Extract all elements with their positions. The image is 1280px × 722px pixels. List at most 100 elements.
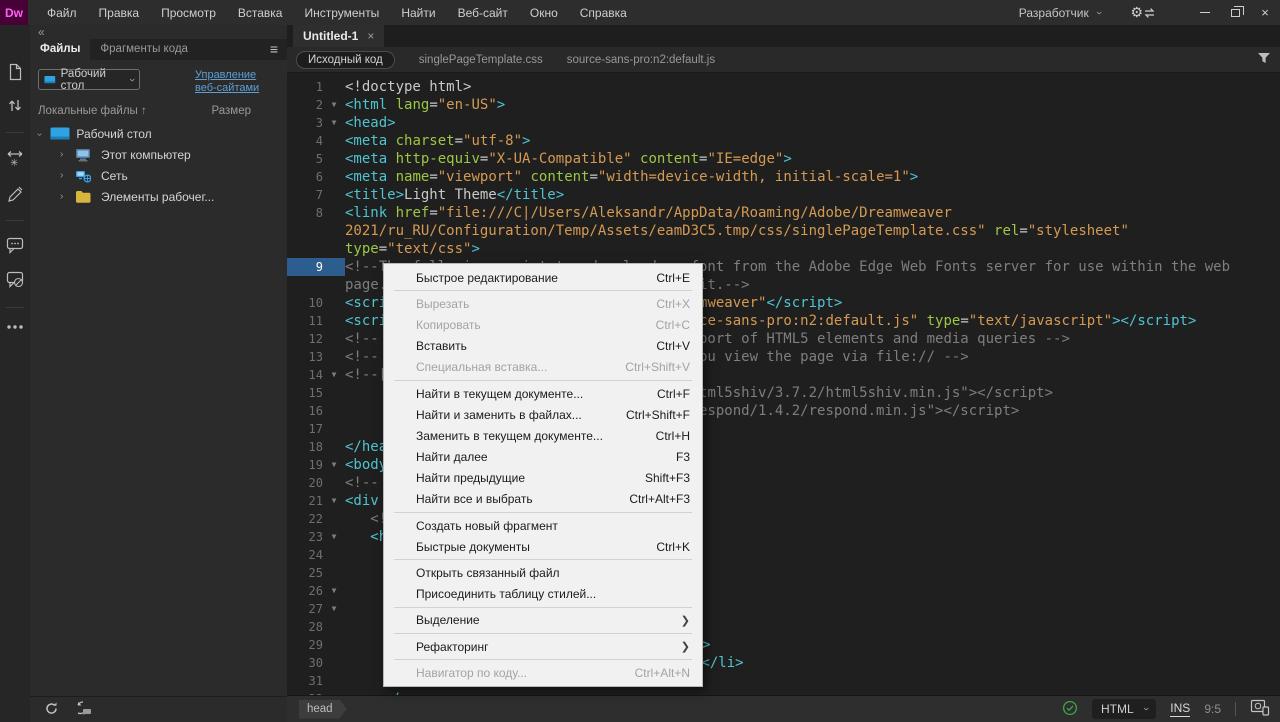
code-line[interactable]: 1<!doctype html> xyxy=(287,78,1280,96)
minimize-button[interactable] xyxy=(1190,0,1220,25)
fold-arrow-icon[interactable]: ▼ xyxy=(323,528,345,546)
open-documents-icon[interactable] xyxy=(7,63,24,81)
fold-arrow-icon[interactable]: ▼ xyxy=(323,366,345,384)
context-menu-item[interactable]: Создать новый фрагмент xyxy=(384,515,702,536)
tree-item-desktop[interactable]: ›Рабочий стол xyxy=(30,123,287,144)
context-menu-item[interactable]: Специальная вставка...Ctrl+Shift+V xyxy=(384,357,702,378)
menubar-item[interactable]: Инструменты xyxy=(293,1,390,25)
insert-mode-toggle[interactable]: INS xyxy=(1170,701,1190,717)
column-size[interactable]: Размер xyxy=(211,105,251,117)
panel-tab-files[interactable]: Файлы xyxy=(30,39,90,60)
code-line[interactable]: 3▼<head> xyxy=(287,114,1280,132)
fold-spacer xyxy=(323,186,345,204)
context-menu-item[interactable]: Найти и заменить в файлах...Ctrl+Shift+F xyxy=(384,404,702,425)
code-line[interactable]: 8<link href="file:///C|/Users/Aleksandr/… xyxy=(287,204,1280,258)
site-select[interactable]: Рабочий стол › xyxy=(38,69,140,90)
remove-comment-icon[interactable] xyxy=(6,271,25,289)
line-number: 4 xyxy=(287,132,323,150)
context-menu-item[interactable]: Найти далееF3 xyxy=(384,447,702,468)
menubar-item[interactable]: Просмотр xyxy=(150,1,227,25)
code-line[interactable]: 2▼<html lang="en-US"> xyxy=(287,96,1280,114)
file-management-icon[interactable] xyxy=(7,97,23,114)
collapse-panel-icon[interactable]: « xyxy=(30,25,287,39)
tree-item-network[interactable]: ›Сеть xyxy=(30,165,287,186)
line-number: 9 xyxy=(287,258,323,276)
extract-icon[interactable]: ✳ xyxy=(6,149,24,168)
lint-ok-icon[interactable] xyxy=(1062,700,1078,719)
tag-selector[interactable]: head xyxy=(299,700,347,719)
code-line[interactable]: 7<title>Light Theme</title> xyxy=(287,186,1280,204)
close-tab-icon[interactable]: × xyxy=(367,29,374,43)
related-file[interactable]: source-sans-pro:n2:default.js xyxy=(567,54,715,66)
menubar-item[interactable]: Веб-сайт xyxy=(447,1,519,25)
fold-arrow-icon[interactable]: ▼ xyxy=(323,600,345,618)
code-line[interactable]: 4<meta charset="utf-8"> xyxy=(287,132,1280,150)
context-menu-item[interactable]: Выделение❯ xyxy=(384,610,702,631)
context-menu-item[interactable]: Быстрое редактированиеCtrl+E xyxy=(384,267,702,288)
menubar-item[interactable]: Вставка xyxy=(227,1,294,25)
gear-sync-icon[interactable]: ⚙ xyxy=(1130,4,1156,21)
document-tab[interactable]: Untitled-1 × xyxy=(293,25,384,47)
related-file[interactable]: singlePageTemplate.css xyxy=(419,54,543,66)
column-local-files[interactable]: Локальные файлы ↑ xyxy=(38,105,147,117)
tree-item-folder[interactable]: ›Элементы рабочег... xyxy=(30,186,287,207)
refresh-icon[interactable] xyxy=(44,701,59,719)
panel-menu-icon[interactable]: ≡ xyxy=(261,39,287,60)
code-token: <link xyxy=(345,205,387,221)
menubar-item[interactable]: Файл xyxy=(36,1,88,25)
desktop-icon xyxy=(44,75,56,85)
toolbar-divider xyxy=(6,307,24,308)
panel-tab-snippets[interactable]: Фрагменты кода xyxy=(90,39,198,60)
close-button[interactable]: × xyxy=(1250,0,1280,25)
line-gutter: 23▼ xyxy=(287,528,345,546)
code-line[interactable]: 5<meta http-equiv="X-UA-Compatible" cont… xyxy=(287,150,1280,168)
code-tools-icon[interactable] xyxy=(6,184,24,202)
workspace-switcher[interactable]: Разработчик › xyxy=(1019,6,1101,20)
chevron-collapsed-icon[interactable]: › xyxy=(60,149,75,160)
fold-arrow-icon[interactable]: ▼ xyxy=(323,492,345,510)
context-menu-item[interactable]: Открыть связанный файл xyxy=(384,562,702,583)
tree-item-computer[interactable]: ›Этот компьютер xyxy=(30,144,287,165)
fold-spacer xyxy=(323,78,345,96)
fold-arrow-icon[interactable]: ▼ xyxy=(323,582,345,600)
menubar-item[interactable]: Окно xyxy=(519,1,569,25)
menubar-item[interactable]: Справка xyxy=(569,1,638,25)
context-menu-shortcut: Ctrl+Alt+N xyxy=(635,666,690,680)
manage-sites-link[interactable]: Управление веб-сайтами xyxy=(195,69,277,95)
chevron-collapsed-icon[interactable]: › xyxy=(60,191,75,202)
context-menu-item[interactable]: КопироватьCtrl+C xyxy=(384,314,702,335)
context-menu-item[interactable]: Рефакторинг❯ xyxy=(384,636,702,657)
line-number: 22 xyxy=(287,510,323,528)
context-menu-item[interactable]: Быстрые документыCtrl+K xyxy=(384,536,702,557)
more-tools-icon[interactable] xyxy=(6,324,24,330)
preview-devices-icon[interactable] xyxy=(1250,699,1270,719)
files-panel-tabs: ФайлыФрагменты кода ≡ xyxy=(30,39,287,60)
chevron-expanded-icon[interactable]: › xyxy=(34,133,45,136)
fold-arrow-icon[interactable]: ▼ xyxy=(323,114,345,132)
code-line[interactable]: 6<meta name="viewport" content="width=de… xyxy=(287,168,1280,186)
fold-arrow-icon[interactable]: ▼ xyxy=(323,96,345,114)
line-number: 6 xyxy=(287,168,323,186)
doctype-select[interactable]: HTML › xyxy=(1092,699,1156,719)
context-menu-item[interactable]: Найти предыдущиеShift+F3 xyxy=(384,468,702,489)
context-menu-item[interactable]: Присоединить таблицу стилей... xyxy=(384,584,702,605)
context-menu-item[interactable]: Навигатор по коду...Ctrl+Alt+N xyxy=(384,662,702,683)
code-token: "text/javascript" xyxy=(969,313,1112,329)
context-menu-item[interactable]: Найти в текущем документе...Ctrl+F xyxy=(384,383,702,404)
context-menu-item[interactable]: Найти все и выбратьCtrl+Alt+F3 xyxy=(384,489,702,510)
related-file[interactable]: Исходный код xyxy=(296,51,395,69)
filter-icon[interactable] xyxy=(1257,52,1271,67)
sort-ascending-icon: ↑ xyxy=(141,105,147,117)
chevron-collapsed-icon[interactable]: › xyxy=(60,170,75,181)
menubar-item[interactable]: Найти xyxy=(390,1,446,25)
fold-arrow-icon[interactable]: ▼ xyxy=(323,456,345,474)
context-menu-item[interactable]: Заменить в текущем документе...Ctrl+H xyxy=(384,425,702,446)
get-files-icon[interactable] xyxy=(75,700,92,719)
line-number: 12 xyxy=(287,330,323,348)
context-menu-item[interactable]: ВставитьCtrl+V xyxy=(384,336,702,357)
context-menu-item-label: Копировать xyxy=(416,318,481,332)
menubar-item[interactable]: Правка xyxy=(88,1,151,25)
apply-comment-icon[interactable] xyxy=(6,237,25,255)
context-menu-item[interactable]: ВырезатьCtrl+X xyxy=(384,293,702,314)
restore-button[interactable] xyxy=(1220,0,1250,25)
